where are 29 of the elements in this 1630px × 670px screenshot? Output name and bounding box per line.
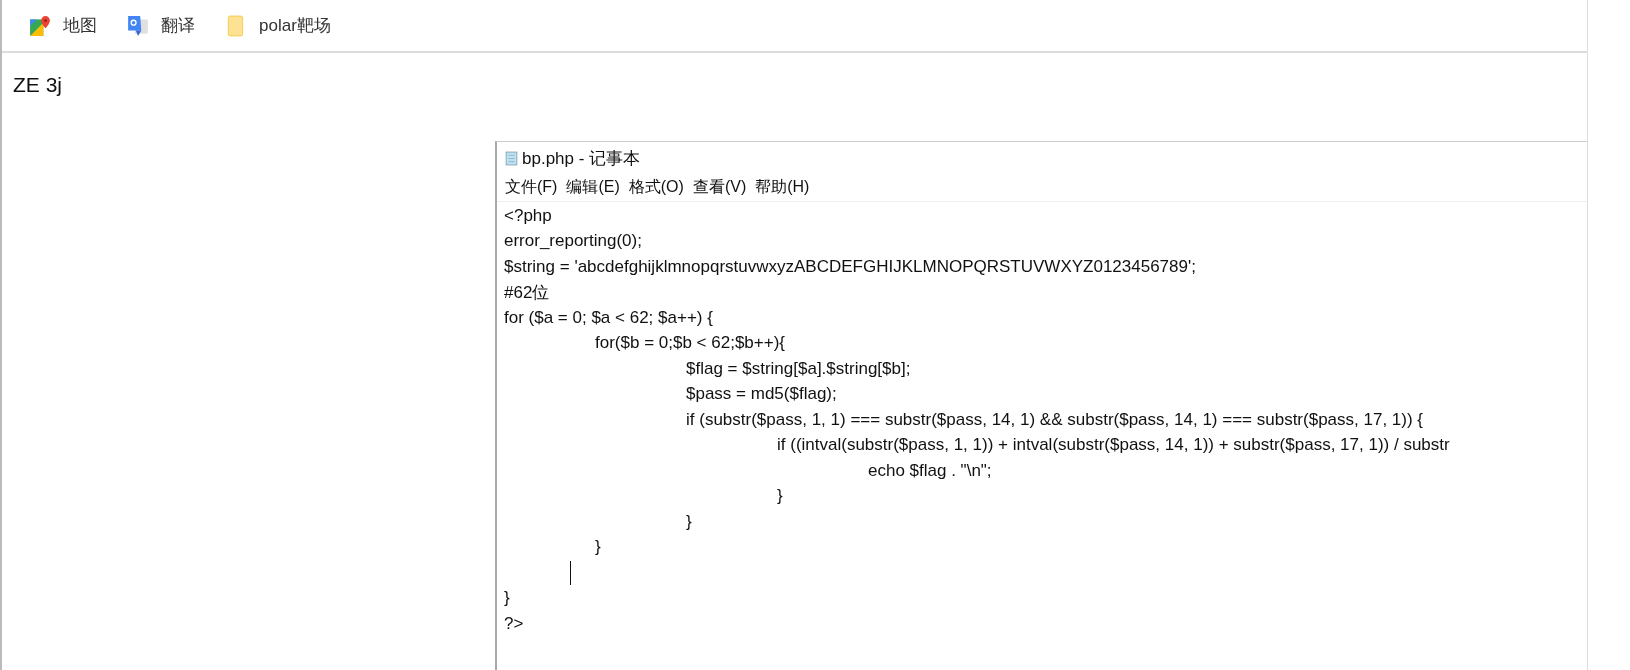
code-line: #62位	[504, 281, 550, 304]
code-line: $string = 'abcdefghijklmnopqrstuvwxyzABCDEFGHIJKLMNOPQRSTUVWXYZ0123456789';	[504, 256, 1196, 277]
bookmark[interactable]: polar靶场	[221, 12, 335, 39]
notepad-icon	[505, 150, 518, 166]
code-line: error_reporting(0);	[504, 231, 642, 252]
code-line: echo $flag . "\n";	[867, 460, 992, 481]
code-line: <?php	[504, 205, 552, 226]
code-line: if ((intval(substr($pass, 1, 1)) + intval(substr($pass, 14, 1)) + substr($pass, 17, 1)) / substr	[776, 435, 1450, 456]
bookmark[interactable]: 翻译	[123, 12, 199, 39]
translate-icon	[127, 14, 149, 37]
map-pin-icon	[29, 14, 51, 37]
code-line: }	[504, 588, 510, 609]
window-title: bp.php - 记事本	[522, 147, 641, 170]
page-text: ZE 3j	[13, 73, 62, 97]
menu-item[interactable]: 查看(V)	[692, 177, 747, 198]
menu-item[interactable]: 文件(F)	[505, 177, 558, 198]
code-line: }	[594, 537, 601, 558]
code-line: for($b = 0;$b < 62;$b++){	[594, 333, 785, 354]
menu-item[interactable]: 编辑(E)	[566, 177, 620, 198]
code-line: }	[685, 511, 692, 532]
code-line: }	[776, 486, 783, 507]
menu-item[interactable]: 帮助(H)	[755, 177, 810, 198]
menu-item[interactable]: 格式(O)	[628, 177, 684, 198]
code-line: ?>	[504, 613, 524, 634]
code-line: for ($a = 0; $a < 62; $a++) {	[504, 307, 713, 328]
bookmark[interactable]: 地图	[25, 12, 101, 39]
code-line: $flag = $string[$a].$string[$b];	[685, 358, 911, 379]
code-line: $pass = md5($flag);	[685, 384, 837, 405]
code-line: if (substr($pass, 1, 1) === substr($pass, 14, 1) && substr($pass, 14, 1) === substr($pass, 17, 1)) {	[685, 409, 1424, 430]
